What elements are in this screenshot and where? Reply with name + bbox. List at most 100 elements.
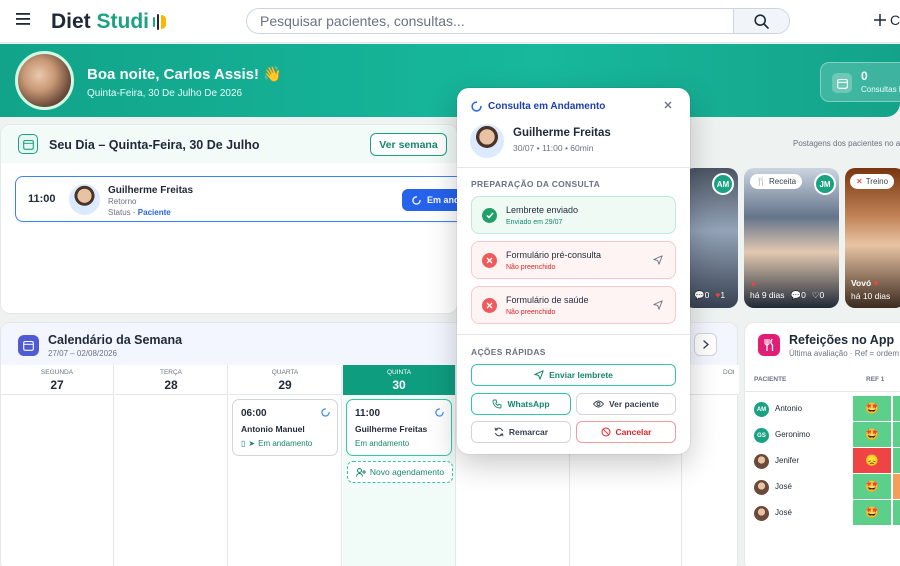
cancel-button[interactable]: Cancelar: [576, 421, 676, 443]
send-reminder-button[interactable]: Enviar lembrete: [471, 364, 676, 386]
meal-rating-cell[interactable]: 🤩: [853, 474, 891, 499]
story-author-avatar: JM: [814, 173, 836, 195]
next-week-button[interactable]: [694, 333, 717, 356]
view-patient-label: Ver paciente: [608, 399, 660, 409]
meals-row[interactable]: Jenifer 😞: [745, 448, 900, 474]
meal-rating-cell[interactable]: [893, 422, 900, 447]
event-patient: Guilherme Freitas: [355, 424, 428, 434]
new-appointment-label: Novo agendamento: [369, 467, 445, 477]
prep-item-preconsult-form[interactable]: Formulário pré-consulta Não preenchido: [471, 241, 676, 279]
reschedule-button[interactable]: Remarcar: [471, 421, 571, 443]
send-icon: ➤: [248, 439, 256, 448]
day-column-header: QUINTA 30: [343, 365, 455, 395]
meals-row[interactable]: José 🤩: [745, 474, 900, 500]
patient-avatar: [69, 184, 100, 215]
story-card[interactable]: 🍴 Receita JM ♥ há 9 dias 💬0 ♡0: [744, 168, 839, 308]
chevron-right-icon: [702, 340, 709, 349]
prep-item-status: Enviado em 29/07: [506, 219, 563, 226]
phone-icon: [492, 399, 502, 409]
meal-rating-cell[interactable]: 🤩: [853, 422, 891, 447]
eye-icon: [592, 400, 604, 408]
x-icon: [482, 253, 497, 268]
meal-rating-cell[interactable]: [893, 500, 900, 525]
prep-item-title: Lembrete enviado: [506, 205, 579, 215]
stat-label: Consultas H: [861, 85, 900, 94]
prep-item-reminder[interactable]: Lembrete enviado Enviado em 29/07: [471, 196, 676, 234]
search-icon: [754, 13, 769, 29]
divider: [745, 391, 900, 392]
view-week-button[interactable]: Ver semana: [370, 133, 447, 156]
day-column-thursday[interactable]: QUINTA 30 11:00 Guilherme Freitas Em anda…: [343, 365, 456, 566]
meals-row[interactable]: GS Geronimo 🤩: [745, 422, 900, 448]
meal-rating-cell[interactable]: 🤩: [853, 396, 891, 421]
divider: [457, 334, 690, 335]
new-item-button[interactable]: C: [874, 12, 900, 28]
day-column-tuesday[interactable]: TERÇA 28: [115, 365, 228, 566]
add-user-icon: [355, 467, 366, 477]
patient-avatar: [754, 480, 769, 495]
whatsapp-button[interactable]: WhatsApp: [471, 393, 571, 415]
whatsapp-label: WhatsApp: [507, 399, 550, 409]
plus-icon: [874, 14, 886, 26]
story-card[interactable]: AM 💬0 ♥1: [684, 168, 738, 308]
search-input[interactable]: [247, 9, 734, 33]
cancel-label: Cancelar: [615, 427, 652, 437]
story-badge: ✕ Treino: [850, 174, 895, 189]
meals-subtitle: Última avaliação · Ref = ordem: [789, 349, 900, 358]
new-appointment-button[interactable]: Novo agendamento: [347, 461, 453, 483]
calendar-event[interactable]: 06:00 Antonio Manuel ▯ ➤ Em andamento: [232, 399, 338, 456]
day-column-sunday[interactable]: DOI: [683, 365, 739, 566]
calendar-event[interactable]: 11:00 Guilherme Freitas Em andamento: [346, 399, 452, 456]
utensils-icon: [758, 334, 780, 356]
day-title: Seu Dia – Quinta-Feira, 30 De Julho: [49, 138, 260, 152]
appointment-card[interactable]: 11:00 Guilherme Freitas Retorno Status -…: [15, 176, 468, 222]
day-card: Seu Dia – Quinta-Feira, 30 De Julho Ver …: [0, 124, 468, 314]
patient-name: Antonio: [775, 404, 803, 413]
prep-item-title: Formulário pré-consulta: [506, 250, 602, 260]
day-column-wednesday[interactable]: QUARTA 29 06:00 Antonio Manuel ▯ ➤ Em andam…: [229, 365, 342, 566]
menu-icon[interactable]: [16, 13, 30, 25]
greeting-date: Quinta-Feira, 30 De Julho De 2026: [87, 88, 243, 99]
user-avatar[interactable]: [15, 51, 74, 110]
meals-row[interactable]: AM Antonio 🤩: [745, 396, 900, 422]
greeting-title: Boa noite, Carlos Assis! 👋: [87, 66, 282, 83]
meal-rating-cell[interactable]: [893, 448, 900, 473]
new-item-label: C: [890, 12, 900, 28]
event-patient: Antonio Manuel: [241, 424, 305, 434]
spinner-icon: [471, 101, 482, 112]
x-icon: [482, 298, 497, 313]
meals-card: Refeições no App Última avaliação · Ref …: [744, 322, 900, 566]
story-meta: há 10 dias: [851, 291, 891, 301]
story-caption: Vovó ♥: [851, 278, 879, 288]
day-column-monday[interactable]: SEGUNDA 27: [1, 365, 114, 566]
prep-item-title: Formulário de saúde: [506, 295, 589, 305]
meal-rating-cell[interactable]: 🤩: [853, 500, 891, 525]
send-icon[interactable]: [653, 300, 663, 310]
meal-rating-cell[interactable]: [893, 396, 900, 421]
divider: [457, 167, 690, 168]
appointment-type: Retorno: [108, 197, 137, 206]
spinner-icon: [435, 408, 444, 417]
send-icon[interactable]: [653, 255, 663, 265]
story-meta: 💬0 ♥1: [694, 290, 726, 300]
search-button[interactable]: [733, 9, 789, 33]
prep-item-status: Não preenchido: [506, 309, 556, 316]
meals-row[interactable]: José 🤩: [745, 500, 900, 526]
wave-emoji: 👋: [263, 66, 282, 83]
patient-avatar: [754, 454, 769, 469]
popup-patient-name: Guilherme Freitas: [513, 127, 611, 139]
patient-name: José: [775, 482, 792, 491]
meal-rating-cell[interactable]: 😞: [853, 448, 891, 473]
check-icon: [482, 208, 497, 223]
app-logo[interactable]: Diet Studi: [51, 10, 167, 34]
story-card[interactable]: ✕ Treino Vovó ♥ há 10 dias: [845, 168, 900, 308]
comment-icon: 💬: [790, 290, 802, 300]
stat-card-consultas[interactable]: 0 Consultas H: [820, 62, 900, 102]
actions-section-title: AÇÕES RÁPIDAS: [471, 347, 546, 357]
view-patient-button[interactable]: Ver paciente: [576, 393, 676, 415]
meal-rating-cell[interactable]: [893, 474, 900, 499]
logo-text: Diet Studi: [51, 10, 150, 33]
close-icon[interactable]: [663, 100, 675, 112]
prep-item-health-form[interactable]: Formulário de saúde Não preenchido: [471, 286, 676, 324]
popup-title: Consulta em Andamento: [488, 101, 606, 112]
